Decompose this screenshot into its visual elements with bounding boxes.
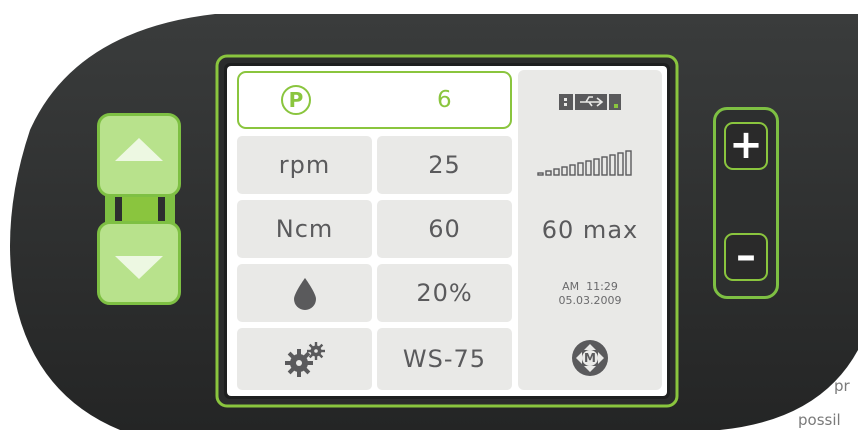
time-text: AM 11:29 — [562, 280, 618, 293]
rpm-label-cell: rpm — [237, 136, 372, 194]
minus-button[interactable]: – — [724, 233, 768, 281]
ncm-value-cell[interactable]: 60 — [377, 200, 512, 258]
motor-mode-icon: M — [571, 339, 609, 377]
date-text: 05.03.2009 — [558, 294, 622, 307]
program-value: 6 — [437, 87, 453, 113]
handpiece-value-cell[interactable]: WS-75 — [377, 328, 512, 390]
program-label: P — [288, 88, 304, 112]
handpiece-label-cell — [237, 328, 372, 390]
background-text-line2: possil — [798, 411, 841, 429]
torque-max-text: 60 max — [541, 216, 639, 244]
status-panel: 60 max AM 11:29 05.03.2009 M — [518, 70, 662, 390]
rpm-value: 25 — [428, 151, 461, 179]
torque-max: 60 max — [518, 198, 662, 262]
date-time: AM 11:29 05.03.2009 — [518, 262, 662, 326]
irrigation-label-cell — [237, 264, 372, 322]
up-button[interactable] — [97, 113, 181, 197]
usb-status — [518, 70, 662, 134]
ncm-label-cell: Ncm — [237, 200, 372, 258]
rpm-label: rpm — [278, 151, 331, 179]
mode-label: M — [584, 351, 596, 365]
handpiece-value: WS-75 — [402, 345, 487, 373]
ncm-label: Ncm — [275, 215, 334, 243]
rpm-value-cell[interactable]: 25 — [377, 136, 512, 194]
program-icon: P — [281, 85, 311, 115]
ncm-value: 60 — [428, 215, 461, 243]
minus-label: – — [736, 233, 756, 279]
irrigation-value: 20% — [416, 279, 473, 307]
program-cell[interactable]: P 6 — [237, 71, 512, 129]
plus-button[interactable]: + — [724, 122, 768, 170]
mode-status[interactable]: M — [518, 326, 662, 390]
plus-label: + — [729, 122, 763, 168]
irrigation-value-cell[interactable]: 20% — [377, 264, 512, 322]
usb-connection-icon — [559, 94, 621, 110]
signal-bar-icon — [537, 150, 632, 176]
background-text-line1: pr — [834, 377, 850, 395]
water-drop-icon — [293, 278, 316, 310]
down-button[interactable] — [97, 221, 181, 305]
signal-status — [518, 134, 662, 198]
triangle-up-icon — [115, 138, 163, 161]
gears-icon — [284, 342, 325, 377]
triangle-down-icon — [115, 256, 163, 279]
display-screen: P 6 rpm 25 Ncm 60 20% WS-75 60 max AM 11… — [227, 66, 667, 396]
